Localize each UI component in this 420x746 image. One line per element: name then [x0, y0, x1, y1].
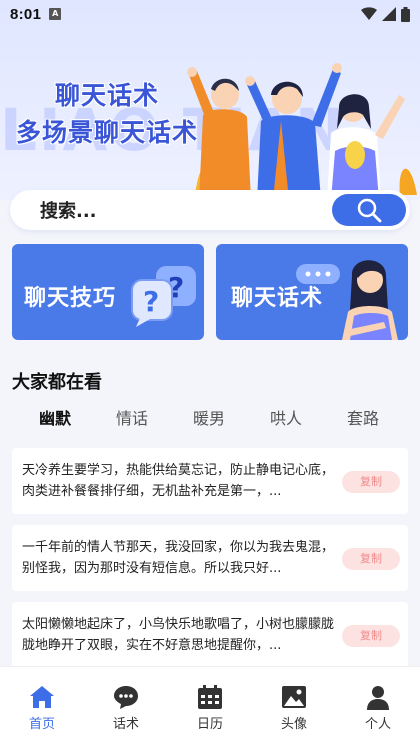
nav-calendar[interactable]: 日历: [168, 667, 252, 746]
hero-subtitle: 多场景聊天话术: [16, 118, 199, 147]
question-bubbles-icon: ? ?: [131, 266, 196, 327]
nav-home[interactable]: 首页: [0, 667, 84, 746]
category-tabs: 幽默 情话 暖男 哄人 套路: [0, 405, 420, 433]
copy-button[interactable]: 复制: [342, 625, 400, 647]
list-item-text: 一千年前的情人节那天，我没回家，你以为我去鬼混，别怪我，因为那时没有短信息。所以…: [22, 540, 335, 576]
tab-tricks[interactable]: 套路: [347, 405, 379, 429]
nav-avatar[interactable]: 头像: [252, 667, 336, 746]
tab-warm-guy[interactable]: 暖男: [193, 405, 225, 429]
copy-button[interactable]: 复制: [342, 471, 400, 493]
list-item-text: 太阳懒懒地起床了，小鸟快乐地歌唱了，小树也朦朦胧胧地睁开了双眼，实在不好意思地提…: [22, 617, 335, 653]
wifi-icon: [361, 7, 377, 20]
bottom-navigation: 首页 话术 日历 头像 个人: [0, 666, 420, 746]
hero-banner: LIAO TIAN 聊天话术 多场景聊天话术: [0, 0, 420, 200]
search-button[interactable]: [332, 194, 406, 226]
copy-button[interactable]: 复制: [342, 548, 400, 570]
search-placeholder: 搜索...: [40, 201, 97, 222]
tab-coax[interactable]: 哄人: [270, 405, 302, 429]
chat-tips-title: 聊天技巧: [24, 286, 117, 311]
hero-illustration: [187, 63, 417, 200]
chat-icon: [114, 686, 138, 709]
sim-card-icon: A: [49, 8, 62, 20]
battery-icon: [401, 6, 410, 22]
image-icon: [282, 686, 306, 708]
tab-love-words[interactable]: 情话: [116, 405, 148, 429]
calendar-icon: [198, 685, 222, 709]
hero-title: 聊天话术: [55, 81, 160, 110]
svg-text:?: ?: [143, 285, 159, 318]
tab-humor[interactable]: 幽默: [39, 405, 71, 429]
section-title: 大家都在看: [12, 372, 102, 393]
girl-chat-icon: [296, 260, 398, 340]
nav-home-label: 首页: [28, 717, 55, 732]
nav-profile[interactable]: 个人: [336, 667, 420, 746]
nav-profile-label: 个人: [364, 717, 391, 732]
search-icon: [357, 198, 382, 223]
list-item-text: 天冷养生要学习，热能供给莫忘记，防止静电记心底，肉类进补餐餐排仔细，无机盐补充是…: [22, 463, 335, 499]
nav-avatar-label: 头像: [280, 717, 307, 732]
list-item[interactable]: 太阳懒懒地起床了，小鸟快乐地歌唱了，小树也朦朦胧胧地睁开了双眼，实在不好意思地提…: [12, 602, 408, 668]
signal-icon: [382, 7, 396, 21]
home-icon: [30, 686, 54, 708]
nav-scripts[interactable]: 话术: [84, 667, 168, 746]
chat-tips-card[interactable]: 聊天技巧 ? ?: [12, 244, 204, 340]
status-time: 8:01: [10, 5, 42, 23]
nav-scripts-label: 话术: [112, 717, 139, 732]
list-item[interactable]: 天冷养生要学习，热能供给莫忘记，防止静电记心底，肉类进补餐餐排仔细，无机盐补充是…: [12, 448, 408, 514]
user-icon: [367, 686, 389, 710]
nav-calendar-label: 日历: [196, 717, 223, 732]
search-bar[interactable]: 搜索...: [10, 190, 410, 230]
status-bar: 8:01 A: [0, 0, 420, 28]
list-item[interactable]: 一千年前的情人节那天，我没回家，你以为我去鬼混，别怪我，因为那时没有短信息。所以…: [12, 525, 408, 591]
chat-scripts-card[interactable]: 聊天话术: [216, 244, 408, 340]
